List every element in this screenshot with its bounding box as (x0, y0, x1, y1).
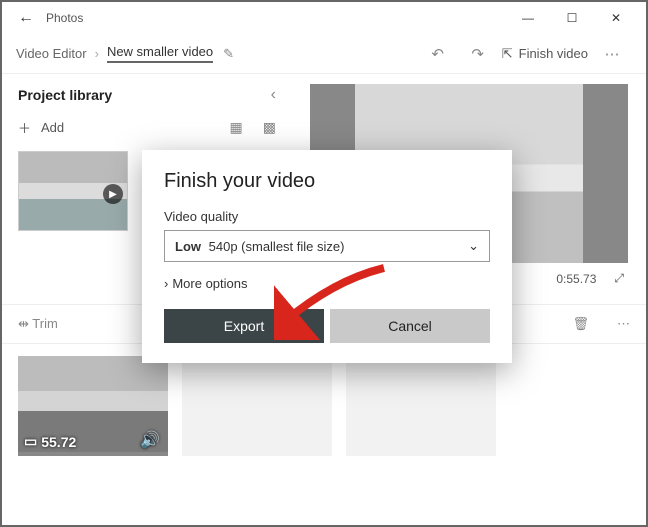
fullscreen-button[interactable]: ⤢ (614, 271, 624, 286)
grid-large-icon[interactable]: ▦ (230, 119, 243, 136)
cancel-button[interactable]: Cancel (330, 309, 490, 343)
clip-duration: 55.72 (41, 434, 76, 450)
library-clip-thumbnail[interactable]: ▶ (18, 151, 128, 231)
preview-time: 0:55.73 (556, 272, 596, 286)
more-options-toggle[interactable]: › More options (164, 276, 490, 291)
pencil-icon[interactable]: ✎ (223, 46, 234, 62)
trim-button[interactable]: ⇹ Trim (18, 316, 58, 332)
breadcrumb-root[interactable]: Video Editor (16, 46, 87, 61)
dialog-title: Finish your video (164, 170, 490, 193)
project-library-title: Project library (18, 87, 112, 103)
finish-video-dialog: Finish your video Video quality Low 540p… (142, 150, 512, 363)
storyboard-clip[interactable]: ▭55.72 🔊 (18, 356, 168, 456)
toolbar: Video Editor › New smaller video ✎ ↶ ↷ ⇱… (2, 34, 646, 74)
storyboard-empty-slot[interactable] (346, 356, 496, 456)
export-icon: ⇱ (502, 46, 513, 62)
more-button[interactable]: ⋯ (592, 45, 632, 63)
play-icon: ▶ (103, 184, 123, 204)
maximize-button[interactable]: ☐ (550, 2, 594, 34)
redo-button[interactable]: ↷ (458, 45, 498, 63)
titlebar: ← Photos — ☐ ✕ (2, 2, 646, 34)
storyboard: ▭55.72 🔊 (2, 344, 646, 474)
minimize-button[interactable]: — (506, 2, 550, 34)
breadcrumb-current[interactable]: New smaller video (107, 44, 213, 63)
finish-video-button[interactable]: ⇱ Finish video (502, 46, 588, 62)
storyboard-empty-slot[interactable] (182, 356, 332, 456)
back-button[interactable]: ← (10, 9, 42, 27)
add-button[interactable]: Add (41, 120, 64, 135)
plus-icon: ＋ (18, 118, 31, 137)
speaker-icon: 🔊 (140, 430, 160, 450)
export-button[interactable]: Export (164, 309, 324, 343)
chevron-down-icon: ⌄ (468, 238, 479, 254)
undo-button[interactable]: ↶ (418, 45, 458, 63)
delete-button[interactable]: 🗑 (572, 316, 589, 332)
chevron-right-icon: › (164, 276, 168, 291)
window-controls: — ☐ ✕ (506, 2, 638, 34)
grid-small-icon[interactable]: ▩ (263, 119, 276, 136)
close-button[interactable]: ✕ (594, 2, 638, 34)
video-quality-label: Video quality (164, 209, 490, 224)
collapse-panel-button[interactable]: ‹ (271, 86, 276, 104)
chevron-right-icon: › (95, 46, 99, 61)
video-quality-dropdown[interactable]: Low 540p (smallest file size) ⌄ (164, 230, 490, 262)
storyboard-more-button[interactable]: ⋯ (617, 316, 630, 332)
aspect-icon: ▭ (24, 433, 37, 450)
app-title: Photos (46, 11, 506, 25)
